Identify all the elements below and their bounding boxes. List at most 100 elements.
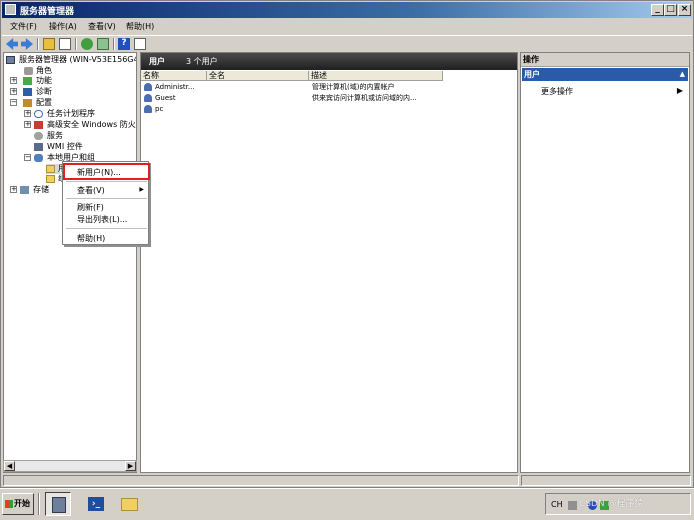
powershell-taskbar-button[interactable]: ›_ (82, 492, 108, 516)
actions-section-users[interactable]: 用户 ▲ (522, 68, 688, 81)
start-label: 开始 (14, 499, 30, 508)
user-name: pc (155, 105, 164, 113)
close-button[interactable]: × (678, 4, 691, 16)
menu-view[interactable]: 查看(V) (88, 21, 116, 32)
collapse-caret-icon[interactable]: ▲ (680, 68, 685, 81)
toolbar-separator (75, 38, 77, 50)
back-arrow-icon[interactable] (6, 38, 18, 50)
up-folder-icon[interactable] (43, 38, 55, 50)
maximize-button[interactable]: □ (664, 4, 677, 16)
table-row[interactable]: Administr... 管理计算机(域)的内置帐户 (141, 82, 517, 92)
show-hide-action-pane-icon[interactable] (134, 38, 146, 50)
user-name: Guest (155, 94, 176, 102)
help-icon[interactable]: ? (118, 38, 130, 50)
watermark: CSDN @程序猿 (579, 499, 644, 509)
actions-header: 操作 (521, 53, 689, 67)
menu-item-help[interactable]: 帮助(H) (77, 233, 105, 244)
menu-separator (66, 228, 147, 229)
storage-icon (20, 186, 29, 194)
scroll-right-icon[interactable]: ▶ (125, 461, 136, 471)
more-actions-item[interactable]: 更多操作 (541, 86, 573, 97)
features-icon (23, 77, 32, 85)
column-header-name[interactable]: 名称 (141, 71, 207, 81)
users-group-icon (34, 154, 43, 162)
collapse-icon[interactable]: − (10, 99, 17, 106)
tree-label: 角色 (36, 66, 52, 75)
roles-icon (24, 67, 33, 75)
menu-file[interactable]: 文件(F) (10, 21, 37, 32)
menu-action[interactable]: 操作(A) (49, 21, 77, 32)
forward-arrow-icon[interactable] (21, 38, 33, 50)
list-header-title: 用户 (149, 57, 165, 66)
keyboard-icon[interactable] (568, 501, 577, 510)
user-description: 供来宾访问计算机或访问域的内... (312, 94, 417, 102)
user-name: Administr... (155, 83, 195, 91)
table-row[interactable]: pc (141, 104, 517, 114)
show-hide-tree-icon[interactable] (59, 38, 71, 50)
tree-horizontal-scrollbar[interactable]: ◀ ▶ (3, 460, 137, 472)
status-bar (2, 475, 692, 487)
folder-icon (46, 165, 55, 173)
menu-separator (66, 198, 147, 199)
expand-icon[interactable]: + (10, 186, 17, 193)
column-header-description[interactable]: 描述 (309, 71, 443, 81)
tree-label: 服务 (47, 131, 63, 140)
column-header-fullname[interactable]: 全名 (207, 71, 309, 81)
menu-bar: 文件(F) 操作(A) 查看(V) 帮助(H) (2, 19, 692, 34)
tree-label: 高级安全 Windows 防火墙 (47, 120, 137, 129)
expand-icon[interactable]: + (24, 110, 31, 117)
actions-section-label: 用户 (524, 70, 540, 79)
table-row[interactable]: Guest 供来宾访问计算机或访问域的内... (141, 93, 517, 103)
tree-label: 存储 (33, 185, 49, 194)
server-icon (6, 56, 15, 64)
wmi-icon (34, 143, 43, 151)
collapse-icon[interactable]: − (24, 154, 31, 161)
status-cell (521, 475, 691, 486)
window-title: 服务器管理器 (20, 7, 75, 17)
taskbar-divider (38, 493, 40, 515)
folder-icon (121, 498, 138, 511)
user-icon (144, 94, 152, 102)
refresh-icon[interactable] (81, 38, 93, 50)
user-icon (144, 105, 152, 113)
windows-logo-icon (5, 500, 13, 508)
scroll-left-icon[interactable]: ◀ (4, 461, 15, 471)
submenu-arrow-icon: ▶ (676, 86, 683, 95)
diagnostics-icon (23, 88, 32, 96)
list-header-count: 3 个用户 (186, 57, 218, 66)
actions-pane: 操作 用户 ▲ 更多操作 ▶ (520, 52, 690, 473)
language-indicator[interactable]: CH (551, 500, 563, 509)
expand-icon[interactable]: + (10, 88, 17, 95)
toolbar: ? (2, 35, 692, 51)
minimize-button[interactable]: _ (651, 4, 664, 16)
toolbar-separator (37, 38, 39, 50)
services-gear-icon (34, 132, 43, 140)
export-list-icon[interactable] (97, 38, 109, 50)
title-bar: 服务器管理器 _ □ × (2, 2, 692, 18)
start-button[interactable]: 开始 (2, 493, 34, 515)
console-tree[interactable]: 服务器管理器 (WIN-V53E156G4K 角色 + 功能 + 诊断 − 配置… (3, 52, 137, 473)
server-manager-icon (52, 497, 66, 513)
tree-label: WMI 控件 (47, 142, 83, 151)
menu-item-view[interactable]: 查看(V) (77, 185, 105, 196)
menu-item-export-list[interactable]: 导出列表(L)... (77, 214, 127, 225)
tree-label: 功能 (36, 76, 52, 85)
expand-icon[interactable]: + (10, 77, 17, 84)
tree-item-users[interactable]: 用 (46, 164, 66, 174)
menu-help[interactable]: 帮助(H) (126, 21, 154, 32)
tree-label: 服务器管理器 (WIN-V53E156G4K (19, 55, 137, 64)
expand-icon[interactable]: + (24, 121, 31, 128)
users-list-pane: 用户 3 个用户 名称 全名 描述 Administr... 管理计算机(域)的… (140, 52, 518, 473)
toolbar-separator (113, 38, 115, 50)
context-menu: 新用户(N)... 查看(V) ▶ 刷新(F) 导出列表(L)... 帮助(H) (62, 161, 150, 245)
status-cell (3, 475, 519, 486)
server-manager-icon (5, 4, 16, 15)
user-description: 管理计算机(域)的内置帐户 (312, 83, 395, 91)
tree-label: 任务计划程序 (47, 109, 95, 118)
configuration-icon (23, 99, 32, 107)
server-manager-taskbar-button[interactable] (45, 492, 71, 516)
clock-icon (34, 110, 43, 118)
tree-label: 诊断 (36, 87, 52, 96)
menu-item-refresh[interactable]: 刷新(F) (77, 202, 104, 213)
explorer-taskbar-button[interactable] (116, 492, 142, 516)
